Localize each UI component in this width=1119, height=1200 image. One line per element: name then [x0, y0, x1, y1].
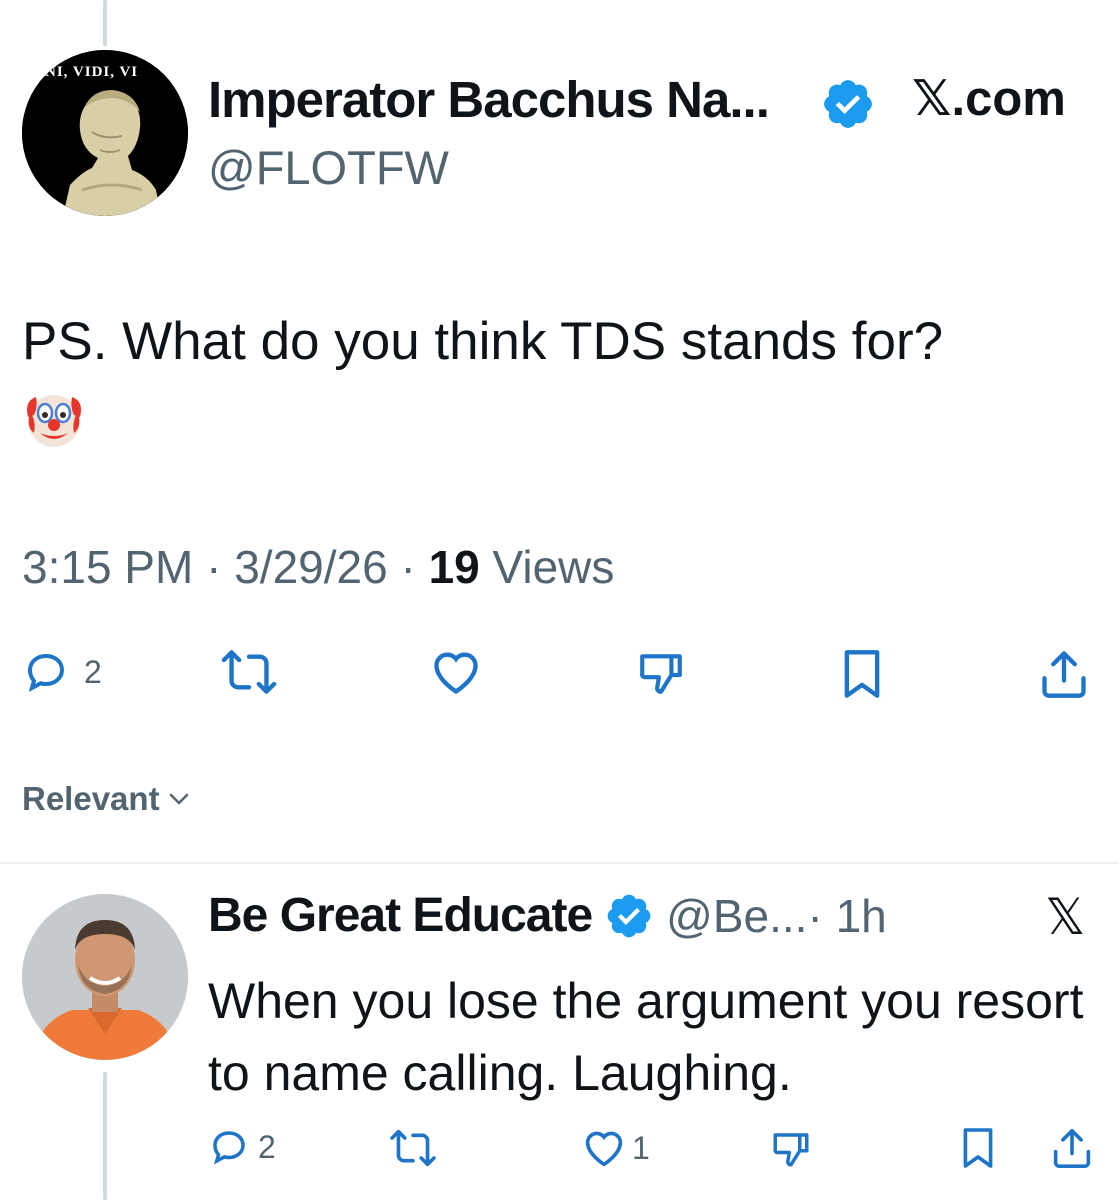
share-icon	[1053, 1128, 1091, 1168]
reply-like-button[interactable]: 1	[582, 1128, 650, 1168]
reply-author-handle[interactable]: @Be...	[666, 889, 807, 943]
meta-separator: ·	[400, 541, 416, 593]
thumbs-down-icon	[773, 1133, 809, 1167]
thread-connector-top	[103, 0, 107, 46]
reply-reply-count: 2	[258, 1128, 276, 1165]
reply-button[interactable]: 2	[22, 648, 102, 696]
like-button[interactable]	[430, 648, 482, 696]
x-logo-icon[interactable]: 𝕏	[1045, 888, 1085, 946]
thread-connector-bottom	[103, 1072, 107, 1200]
chevron-down-icon	[169, 793, 188, 805]
source-label[interactable]: 𝕏.com	[912, 70, 1066, 127]
bookmark-button[interactable]	[840, 648, 884, 700]
repost-icon	[390, 1129, 436, 1167]
verified-badge-icon	[824, 80, 872, 128]
bookmark-icon	[963, 1128, 993, 1168]
reply-dislike-button[interactable]	[770, 1128, 812, 1170]
author-display-name[interactable]: Imperator Bacchus Na...	[208, 70, 770, 129]
reply-count: 2	[84, 653, 102, 690]
tweet-time[interactable]: 3:15 PM	[22, 541, 193, 593]
sort-label: Relevant	[22, 780, 160, 817]
repost-button[interactable]	[220, 648, 278, 696]
author-handle[interactable]: @FLOTFW	[208, 140, 449, 195]
section-divider	[0, 862, 1119, 864]
reply-avatar-photo	[22, 894, 188, 1060]
reply-like-count: 1	[632, 1129, 650, 1166]
verified-badge-icon	[607, 894, 651, 937]
source-suffix: .com	[951, 72, 1066, 126]
bookmark-icon	[844, 650, 880, 698]
meta-separator: ·	[206, 541, 222, 593]
views-label: Views	[492, 541, 615, 593]
clown-face-icon	[27, 395, 81, 447]
replies-sort-dropdown[interactable]: Relevant	[22, 780, 190, 818]
reply-icon	[213, 1131, 245, 1165]
reply-avatar[interactable]	[22, 894, 188, 1060]
heart-icon	[585, 1131, 623, 1167]
tweet-text: PS. What do you think TDS stands for?	[22, 312, 944, 371]
reply-author-name[interactable]: Be Great Educate	[208, 888, 593, 943]
reply-text: When you lose the argument you resort to…	[208, 973, 1084, 1101]
reply-reply-button[interactable]: 2	[208, 1126, 276, 1168]
thumbs-down-icon	[639, 654, 682, 694]
reply-header: Be Great Educate @Be... · 1h	[208, 888, 887, 943]
avatar-main[interactable]: ENI, VIDI, VI	[22, 50, 188, 216]
reply-repost-button[interactable]	[388, 1128, 438, 1168]
views-count: 19	[428, 541, 480, 593]
dislike-button[interactable]	[636, 648, 686, 698]
avatar-motto: ENI, VIDI, VI	[34, 64, 139, 80]
share-icon	[1042, 651, 1086, 698]
heart-icon	[434, 652, 478, 695]
reply-share-button[interactable]	[1052, 1126, 1092, 1170]
reply-icon	[27, 653, 65, 693]
repost-icon	[221, 650, 277, 694]
x-logo-icon: 𝕏	[912, 70, 952, 127]
tweet-date[interactable]: 3/29/26	[234, 541, 387, 593]
reply-bookmark-button[interactable]	[960, 1126, 996, 1170]
share-button[interactable]	[1040, 648, 1088, 700]
tweet-metadata: 3:15 PM · 3/29/26 · 19 Views	[22, 540, 614, 594]
reply-age[interactable]: · 1h	[807, 889, 886, 943]
